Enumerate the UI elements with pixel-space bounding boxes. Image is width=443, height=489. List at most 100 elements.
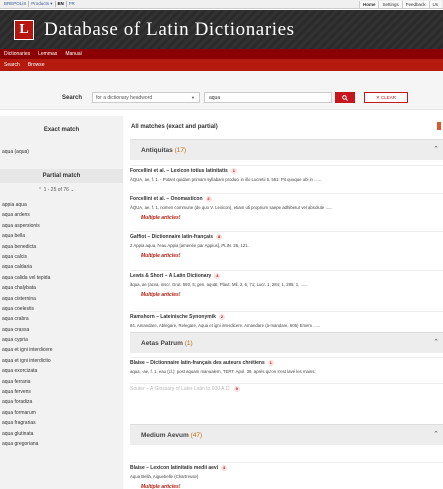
logo-icon[interactable]: L [14, 19, 34, 40]
dictionary-entry[interactable]: Lewis & Short – A Latin Dictionary 4 ăqua,… [130, 273, 443, 298]
entry-title[interactable]: Gaffiot – Dictionnaire latin-français [130, 234, 213, 240]
lang-fr[interactable]: FR [67, 1, 77, 7]
entry-title[interactable]: Souter – A Glossary of Later Latin to 60… [130, 386, 231, 392]
multiple-articles-link[interactable]: Multiple articles! [141, 292, 443, 298]
partial-match-item[interactable]: aqua chalybata [2, 283, 53, 293]
lang-en[interactable]: EN [56, 1, 67, 7]
brepolis-link[interactable]: BREPOLiS [2, 1, 30, 7]
products-menu[interactable]: Products ▾ [29, 1, 56, 7]
partial-match-item[interactable]: aqua exorcizata [2, 366, 53, 376]
partial-match-item[interactable]: aqua et igni interdicere [2, 345, 53, 355]
entry-title[interactable]: Lewis & Short – A Latin Dictionary [130, 273, 211, 279]
partial-match-list: appia aqua aqua ardens aqua aspersionis aqu… [2, 200, 53, 449]
section-title: Antiquitas (17) [141, 147, 186, 154]
multiple-articles-link[interactable]: Multiple articles! [141, 215, 443, 221]
feedback-link[interactable]: Feedback [401, 0, 429, 8]
partial-match-item[interactable]: aqua calcis [2, 252, 53, 262]
entry-title[interactable]: Forcellini et al. – Onomasticon [130, 196, 203, 202]
section-header[interactable]: Antiquitas (17) ⌃ [130, 139, 443, 160]
site-title: Database of Latin Dictionaries [44, 18, 295, 40]
partial-match-item[interactable]: aqua foradiza [2, 397, 53, 407]
search-scope-value: for a dictionary headword [96, 95, 153, 101]
dictionary-entry[interactable]: Blaise – Dictionnaire latin-français des… [130, 360, 443, 374]
partial-match-title: Partial match [42, 173, 81, 179]
chevron-up-icon[interactable]: ⌃ [433, 145, 439, 153]
entry-heading: Ramshorn – Lateinische Synonymik 2 [130, 314, 443, 320]
dictionary-entry[interactable]: Gaffiot – Dictionnaire latin-français 8 2 … [130, 234, 443, 259]
chevron-up-icon[interactable]: ⌃ [433, 338, 439, 346]
entry-snippet: ăqua, ae (acva, inscr. Grut. 593, 5; gen… [130, 282, 308, 287]
main-nav: Dictionaries Lemmas Manual [0, 49, 443, 59]
section-header[interactable]: Aetas Patrum (1) ⌃ [130, 332, 443, 353]
partial-match-item[interactable]: aqua caldaria [2, 262, 53, 272]
clear-button[interactable]: ✕ CLEAR [364, 92, 408, 103]
entry-title[interactable]: Forcellini et al. – Lexicon totius latin… [130, 168, 228, 174]
results-panel: All matches (exact and partial) Antiquit… [130, 116, 443, 489]
section-count: (17) [174, 147, 187, 154]
partial-match-item[interactable]: aqua et igni interdictio [2, 356, 53, 366]
dictionary-entry[interactable]: Forcellini et al. – Onomasticon 2 ĂQUA, ae… [130, 196, 443, 221]
nav-lemmas[interactable]: Lemmas [34, 51, 61, 57]
exact-match-item[interactable]: aqua (aqua) [2, 149, 29, 155]
partial-match-item[interactable]: aqua calida vel tepida [2, 273, 53, 283]
settings-link[interactable]: Settings [378, 0, 402, 8]
entry-snippet: Aqua Bella, Aiguebelle (Chartreuse) [130, 474, 199, 479]
partial-match-item[interactable]: aqua glutinata [2, 429, 53, 439]
entry-snippet: ĂQUA, ae, f. 1. - Putant quidam primam s… [130, 177, 322, 182]
chevron-up-icon[interactable]: ⌃ [433, 430, 439, 438]
partial-match-item[interactable]: aqua fragrarias [2, 418, 53, 428]
partial-match-item[interactable]: aqua benedicta [2, 242, 53, 252]
entry-heading: Gaffiot – Dictionnaire latin-français 8 [130, 234, 443, 240]
partial-pager[interactable]: ⌃ 1 - 25 of 76 ⌄ [38, 187, 74, 193]
search-input[interactable]: aqua [204, 92, 332, 103]
partial-match-item[interactable]: aqua cisternina [2, 294, 53, 304]
nav-search[interactable]: Search [0, 62, 24, 68]
entry-title[interactable]: Ramshorn – Lateinische Synonymik [130, 314, 216, 320]
section-name: Aetas Patrum [141, 340, 183, 347]
partial-match-item[interactable]: aqua crabra [2, 314, 53, 324]
entry-divider [130, 270, 443, 271]
partial-match-item[interactable]: aqua crassa [2, 325, 53, 335]
partial-match-item[interactable]: aqua aspersionis [2, 221, 53, 231]
multiple-articles-link[interactable]: Multiple articles! [141, 484, 443, 489]
entry-divider [130, 383, 443, 384]
partial-match-item[interactable]: aqua ferraria [2, 377, 53, 387]
dictionary-entry[interactable]: Souter – A Glossary of Later Latin to 60… [130, 386, 443, 392]
entry-count-badge: 0 [233, 386, 240, 392]
partial-match-item[interactable]: appia aqua [2, 200, 53, 210]
entry-count-badge: 1 [230, 168, 237, 174]
entry-title[interactable]: Blaise – Lexicon latinitatis medii aevi [130, 465, 218, 471]
section-count: (1) [184, 340, 193, 347]
header-banner: L Database of Latin Dictionaries [0, 10, 443, 49]
entry-title[interactable]: Blaise – Dictionnaire latin-français des… [130, 360, 265, 366]
entry-count-badge: 2 [205, 196, 212, 202]
us-link[interactable]: Us [428, 0, 441, 8]
entry-snippet: ĂQUA, ae, f. 1, nomen commune (de quo V.… [130, 205, 333, 210]
search-button[interactable] [335, 92, 355, 103]
multiple-articles-link[interactable]: Multiple articles! [141, 253, 443, 259]
entry-snippet: 2 Appia aqua, l'eau Appia [amenée par Ap… [130, 243, 249, 248]
partial-match-item[interactable]: aqua cypria [2, 335, 53, 345]
dictionary-entry[interactable]: Forcellini et al. – Lexicon totius latin… [130, 168, 443, 182]
section-name: Antiquitas [141, 147, 173, 154]
top-bar: BREPOLiS Products ▾ EN FR Home Settings … [0, 0, 443, 9]
entry-count-badge: 4 [214, 273, 221, 279]
search-label: Search [62, 95, 83, 101]
entry-heading: Lewis & Short – A Latin Dictionary 4 [130, 273, 443, 279]
partial-match-item[interactable]: aqua formarum [2, 408, 53, 418]
entry-heading: Blaise – Lexicon latinitatis medii aevi 3 [130, 465, 443, 471]
results-title: All matches (exact and partial) [131, 124, 218, 130]
entry-heading: Forcellini et al. – Onomasticon 2 [130, 196, 443, 202]
section-header[interactable]: Medium Aevum (47) ⌃ [130, 424, 443, 445]
partial-match-item[interactable]: aqua coelestis [2, 304, 53, 314]
nav-manual[interactable]: Manual [61, 51, 85, 57]
partial-match-item[interactable]: aqua ardens [2, 210, 53, 220]
home-link[interactable]: Home [358, 0, 379, 8]
nav-dictionaries[interactable]: Dictionaries [0, 51, 34, 57]
partial-match-item[interactable]: aqua bella [2, 231, 53, 241]
partial-match-item[interactable]: aqua gregoriana [2, 439, 53, 449]
dictionary-entry[interactable]: Blaise – Lexicon latinitatis medii aevi 3… [130, 465, 443, 489]
partial-match-item[interactable]: aqua fervens [2, 387, 53, 397]
search-scope-select[interactable]: for a dictionary headword ▼ [92, 92, 200, 103]
nav-browse[interactable]: Browse [24, 62, 49, 68]
